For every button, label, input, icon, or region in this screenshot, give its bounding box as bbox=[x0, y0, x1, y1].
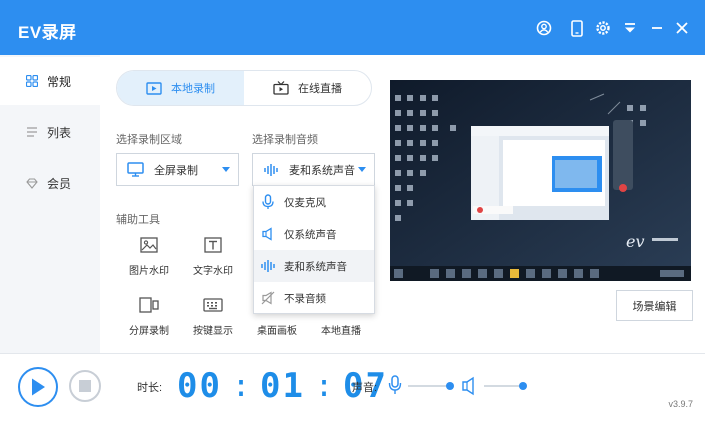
play-icon bbox=[32, 378, 45, 396]
record-audio-label: 选择录制音频 bbox=[252, 134, 318, 146]
sidebar-item-label: 会员 bbox=[47, 176, 72, 191]
tab-label: 在线直播 bbox=[298, 83, 342, 95]
waveform-icon bbox=[260, 258, 276, 274]
text-watermark-tool[interactable]: 文字水印 bbox=[183, 234, 243, 277]
scene-edit-button[interactable]: 场景编辑 bbox=[616, 290, 693, 321]
mic-volume-handle bbox=[446, 382, 454, 390]
audio-option-system-only[interactable]: 仅系统声音 bbox=[254, 218, 374, 250]
sidebar-item-label: 常规 bbox=[47, 74, 72, 89]
screen-preview: ev bbox=[390, 80, 691, 281]
mode-tabs: 本地录制 在线直播 bbox=[116, 70, 372, 106]
monitor-icon bbox=[127, 162, 144, 177]
tv-icon bbox=[273, 81, 289, 95]
tool-label: 分屏录制 bbox=[129, 326, 169, 337]
stop-button[interactable] bbox=[69, 370, 101, 402]
audio-option-label: 麦和系统声音 bbox=[284, 260, 347, 273]
image-watermark-tool[interactable]: 图片水印 bbox=[119, 234, 179, 277]
tool-label: 图片水印 bbox=[129, 266, 169, 277]
audio-option-label: 仅系统声音 bbox=[284, 228, 337, 241]
audio-option-label: 仅麦克风 bbox=[284, 196, 326, 209]
record-audio-select[interactable]: 麦和系统声音 bbox=[252, 153, 375, 186]
audio-option-label: 不录音频 bbox=[284, 292, 326, 305]
sidebar-item-general[interactable]: 常规 bbox=[0, 57, 100, 105]
waveform-icon bbox=[263, 163, 279, 177]
play-button[interactable] bbox=[18, 367, 58, 407]
settings-icon[interactable] bbox=[592, 17, 614, 39]
record-audio-value: 麦和系统声音 bbox=[289, 164, 355, 177]
dropdown-menu-icon[interactable] bbox=[619, 17, 641, 39]
diamond-icon bbox=[25, 176, 39, 190]
tool-label: 本地直播 bbox=[321, 326, 361, 337]
sidebar-item-membership[interactable]: 会员 bbox=[0, 159, 100, 207]
record-area-select[interactable]: 全屏录制 bbox=[116, 153, 239, 186]
audio-option-mic-and-system[interactable]: 麦和系统声音 bbox=[254, 250, 374, 282]
keyboard-icon bbox=[203, 294, 223, 316]
title-bar: EV录屏 bbox=[0, 0, 705, 55]
volume-label: 声音: bbox=[352, 382, 378, 394]
record-icon bbox=[146, 81, 162, 95]
tool-label: 按键显示 bbox=[193, 326, 233, 337]
mute-icon bbox=[260, 290, 276, 306]
tool-label: 文字水印 bbox=[193, 266, 233, 277]
speaker-volume-handle bbox=[519, 382, 527, 390]
svg-text:ev: ev bbox=[626, 232, 645, 251]
bottom-bar: 时长: 00 : 01 : 07 声音: v3.9.7 bbox=[0, 353, 705, 422]
tab-label: 本地录制 bbox=[171, 83, 215, 95]
audio-dropdown-menu: 仅麦克风 仅系统声音 麦和系统声音 不录音频 bbox=[253, 185, 375, 314]
split-screen-tool[interactable]: 分屏录制 bbox=[119, 294, 179, 337]
phone-icon[interactable] bbox=[566, 17, 588, 39]
speaker-volume-icon bbox=[462, 376, 474, 396]
tools-label: 辅助工具 bbox=[116, 214, 160, 226]
version-label: v3.9.7 bbox=[668, 399, 693, 409]
stop-icon bbox=[79, 380, 91, 392]
speaker-icon bbox=[260, 226, 276, 242]
tab-live-stream[interactable]: 在线直播 bbox=[244, 71, 371, 105]
mic-icon bbox=[260, 194, 276, 210]
timer-separator: : bbox=[231, 368, 251, 404]
sidebar-item-label: 列表 bbox=[47, 125, 72, 140]
timer-minutes: 01 bbox=[260, 366, 305, 406]
sidebar: 常规 列表 会员 bbox=[0, 55, 100, 353]
chevron-down-icon bbox=[222, 167, 230, 172]
key-display-tool[interactable]: 按键显示 bbox=[183, 294, 243, 337]
mic-volume-icon bbox=[388, 375, 402, 394]
record-area-value: 全屏录制 bbox=[154, 164, 198, 177]
text-icon bbox=[204, 234, 222, 256]
tab-local-record[interactable]: 本地录制 bbox=[117, 71, 244, 105]
volume-controls bbox=[388, 375, 527, 396]
split-screen-icon bbox=[139, 294, 159, 316]
sidebar-item-list[interactable]: 列表 bbox=[0, 108, 100, 156]
record-area-label: 选择录制区域 bbox=[116, 134, 182, 146]
chevron-down-icon bbox=[358, 167, 366, 172]
audio-option-mic-only[interactable]: 仅麦克风 bbox=[254, 186, 374, 218]
duration-label: 时长: bbox=[137, 382, 163, 394]
app-title: EV录屏 bbox=[18, 23, 77, 42]
image-icon bbox=[140, 234, 158, 256]
minimize-icon[interactable] bbox=[646, 17, 668, 39]
timer-hours: 00 bbox=[177, 366, 222, 406]
audio-option-no-audio[interactable]: 不录音频 bbox=[254, 282, 374, 314]
user-icon[interactable] bbox=[533, 17, 555, 39]
list-icon bbox=[25, 125, 39, 139]
close-icon[interactable] bbox=[671, 17, 693, 39]
grid-icon bbox=[25, 74, 39, 88]
tool-label: 桌面画板 bbox=[257, 326, 297, 337]
timer-separator: : bbox=[314, 368, 334, 404]
